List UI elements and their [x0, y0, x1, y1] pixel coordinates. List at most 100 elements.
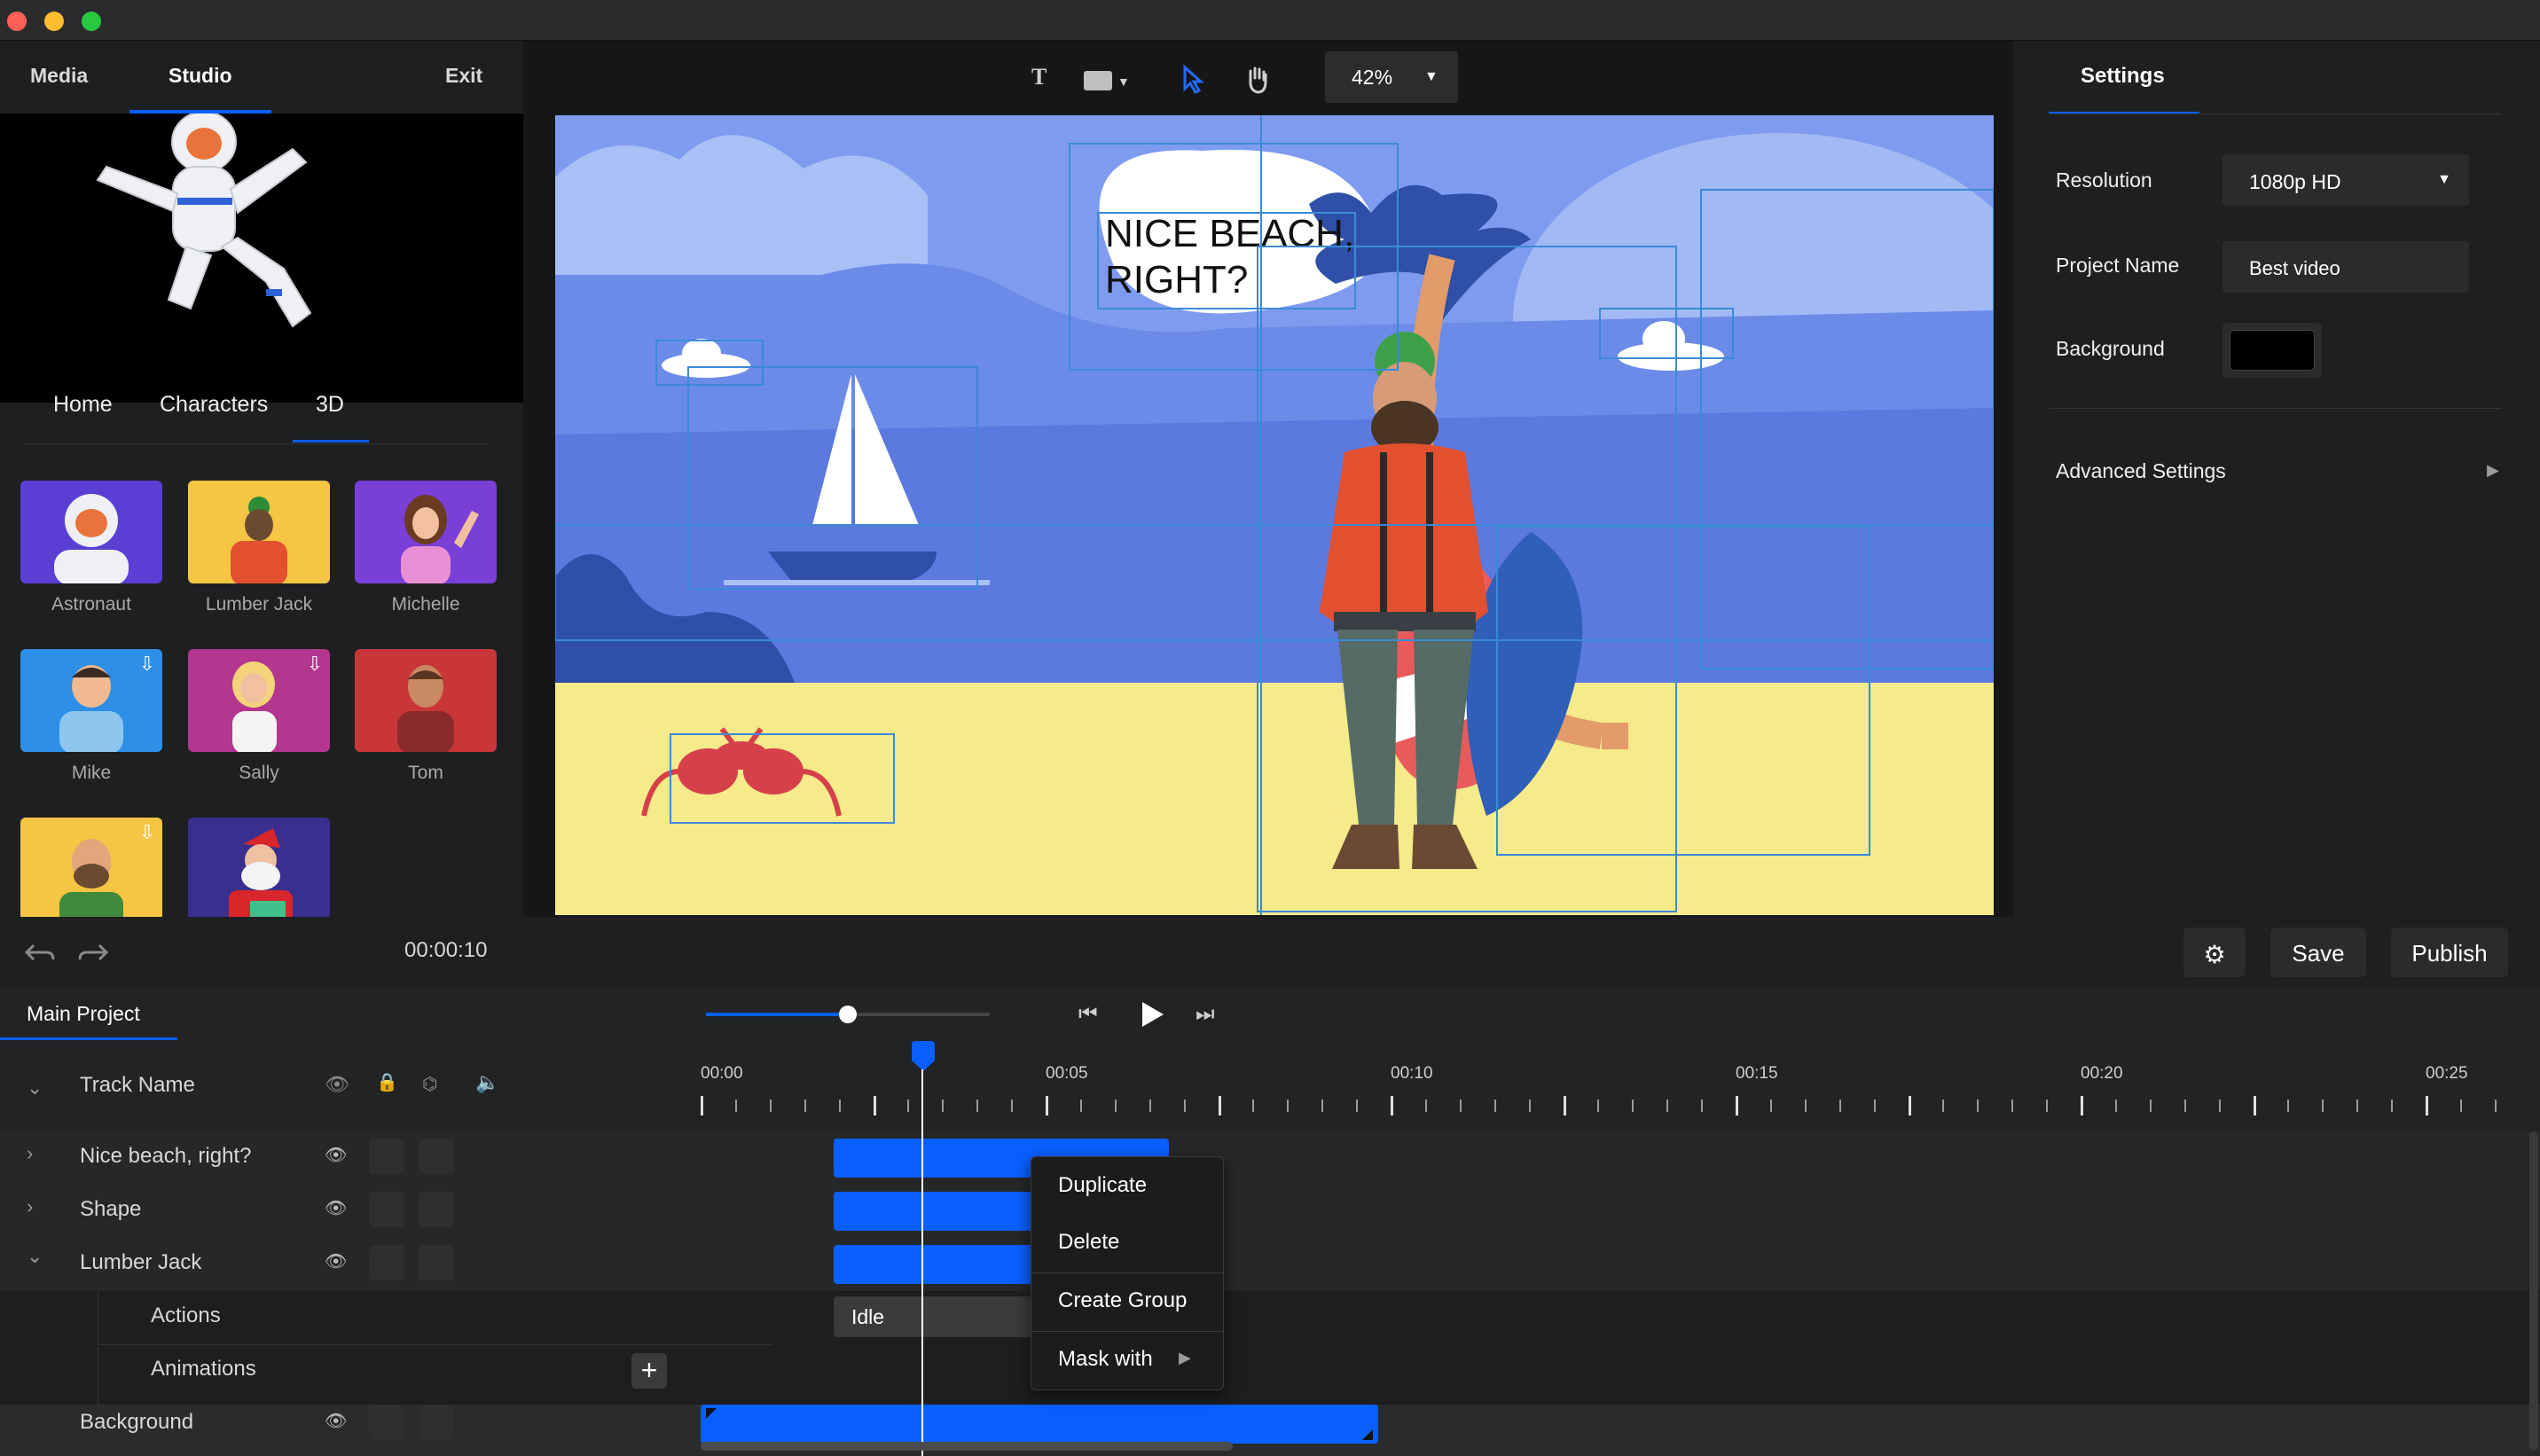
- project-name-input[interactable]: Best video: [2222, 241, 2469, 293]
- ruler-tick: [1391, 1096, 1393, 1115]
- audio-toggle[interactable]: [419, 1139, 454, 1174]
- menu-create-group[interactable]: Create Group: [1058, 1288, 1187, 1313]
- settings-title[interactable]: Settings: [2081, 64, 2165, 89]
- vertical-scrollbar[interactable]: [2529, 1131, 2538, 1451]
- character-card-astronaut[interactable]: [20, 481, 162, 583]
- tab-home[interactable]: Home: [53, 392, 113, 418]
- publish-button[interactable]: Publish: [2391, 928, 2508, 977]
- character-card-sally[interactable]: ⇩: [188, 649, 330, 752]
- character-card-michelle[interactable]: [355, 481, 497, 583]
- skip-back-icon[interactable]: ⏮: [1078, 1002, 1098, 1027]
- character-preview: [0, 111, 523, 403]
- ruler-tick: [1287, 1100, 1290, 1112]
- zoom-select[interactable]: 42% ▼: [1325, 51, 1458, 103]
- chevron-down-icon: ▼: [1424, 69, 1439, 84]
- lock-icon[interactable]: 🔒: [376, 1071, 398, 1093]
- character-card-lumber-jack[interactable]: [188, 481, 330, 583]
- speaker-icon[interactable]: 🔈: [475, 1071, 499, 1094]
- track-background[interactable]: Background: [80, 1410, 193, 1435]
- character-card-tom[interactable]: [355, 649, 497, 752]
- download-icon[interactable]: ⇩: [307, 653, 323, 676]
- gear-icon: ⚙: [2203, 941, 2226, 968]
- chevron-down-icon[interactable]: ▼: [1117, 74, 1130, 89]
- audio-toggle[interactable]: [419, 1405, 454, 1440]
- clip-trim-handle-left[interactable]: [706, 1408, 717, 1419]
- scrubber-handle[interactable]: [839, 1006, 857, 1023]
- settings-gear-button[interactable]: ⚙: [2183, 928, 2246, 977]
- ruler-tick: [1838, 1100, 1841, 1112]
- scrubber-progress: [706, 1013, 848, 1016]
- tab-characters[interactable]: Characters: [160, 392, 268, 418]
- chevron-right-icon[interactable]: ›: [27, 1195, 33, 1218]
- save-button[interactable]: Save: [2270, 928, 2366, 977]
- zoom-window-button[interactable]: [82, 12, 101, 31]
- chevron-right-icon[interactable]: ▶: [2487, 461, 2499, 480]
- tab-3d[interactable]: 3D: [316, 392, 344, 418]
- lock-toggle[interactable]: [369, 1139, 404, 1174]
- eye-icon[interactable]: 👁: [325, 1250, 347, 1272]
- advanced-settings-label[interactable]: Advanced Settings: [2056, 459, 2226, 483]
- ruler-tick: [1493, 1100, 1496, 1112]
- clip-background[interactable]: [701, 1405, 1378, 1444]
- clip-idle[interactable]: Idle: [834, 1296, 1038, 1337]
- nav-studio[interactable]: Studio: [169, 64, 232, 88]
- tab-3d-indicator: [293, 440, 369, 442]
- minimize-window-button[interactable]: [44, 12, 64, 31]
- ruler-tick: [942, 1100, 945, 1112]
- hand-pan-icon[interactable]: [1243, 64, 1272, 94]
- character-card-santa[interactable]: [188, 818, 330, 917]
- redo-icon[interactable]: [74, 936, 110, 968]
- nav-media[interactable]: Media: [30, 64, 88, 88]
- subtrack-animations[interactable]: Animations: [151, 1357, 256, 1382]
- lock-toggle[interactable]: [369, 1405, 404, 1440]
- menu-duplicate[interactable]: Duplicate: [1058, 1173, 1147, 1198]
- chevron-down-icon[interactable]: ⌄: [27, 1245, 43, 1268]
- background-color-swatch[interactable]: [2222, 323, 2322, 378]
- track-nice-beach[interactable]: Nice beach, right?: [80, 1144, 251, 1169]
- horizontal-scrollbar[interactable]: [701, 1442, 1233, 1451]
- resolution-select[interactable]: 1080p HD ▼: [2222, 154, 2469, 206]
- track-shape[interactable]: Shape: [80, 1197, 141, 1222]
- eye-icon[interactable]: 👁: [325, 1410, 347, 1432]
- audio-toggle[interactable]: [419, 1192, 454, 1227]
- playhead-handle[interactable]: [908, 1041, 938, 1073]
- chevron-down-icon[interactable]: ⌄: [27, 1076, 43, 1100]
- undo-icon[interactable]: [23, 936, 59, 968]
- skip-forward-icon[interactable]: ⏭: [1196, 1002, 1215, 1027]
- eye-icon[interactable]: 👁: [325, 1073, 349, 1096]
- main-project-tab[interactable]: Main Project: [27, 1002, 140, 1026]
- character-card-mike[interactable]: ⇩: [20, 649, 162, 752]
- ruler-label: 00:10: [1391, 1064, 1433, 1083]
- download-icon[interactable]: ⇩: [139, 653, 155, 676]
- close-window-button[interactable]: [7, 12, 27, 31]
- lock-toggle[interactable]: [369, 1192, 404, 1227]
- ruler-tick: [1252, 1100, 1255, 1112]
- clip-lumber-jack[interactable]: [834, 1245, 1038, 1284]
- shape-tool-button[interactable]: [1084, 71, 1112, 90]
- chevron-right-icon[interactable]: ›: [27, 1142, 33, 1165]
- clip-shape[interactable]: [834, 1192, 1038, 1231]
- character-card-bearded-man[interactable]: ⇩: [20, 818, 162, 917]
- time-ruler[interactable]: 00:00 00:05 00:10 00:15 00:20 00:25: [701, 1064, 2540, 1117]
- clip-trim-handle-right[interactable]: [1362, 1429, 1373, 1440]
- nav-exit[interactable]: Exit: [445, 64, 482, 88]
- track-lumber-jack[interactable]: Lumber Jack: [80, 1250, 201, 1275]
- select-pointer-icon[interactable]: [1180, 64, 1206, 94]
- scene-canvas[interactable]: NICE BEACH, RIGHT?: [555, 115, 1994, 915]
- lock-toggle[interactable]: [369, 1245, 404, 1280]
- add-animation-button[interactable]: +: [631, 1353, 667, 1389]
- audio-toggle[interactable]: [419, 1245, 454, 1280]
- text-tool-button[interactable]: T: [1031, 64, 1047, 90]
- download-icon[interactable]: ⇩: [139, 821, 155, 844]
- subtrack-actions[interactable]: Actions: [151, 1303, 221, 1328]
- ruler-tick: [1769, 1100, 1772, 1112]
- ruler-tick: [2149, 1100, 2152, 1112]
- eye-icon[interactable]: 👁: [325, 1197, 347, 1219]
- menu-mask-with[interactable]: Mask with: [1058, 1347, 1153, 1372]
- scrubber-track[interactable]: [848, 1013, 990, 1016]
- eye-icon[interactable]: 👁: [325, 1144, 347, 1166]
- menu-delete[interactable]: Delete: [1058, 1230, 1119, 1255]
- binoculars-icon[interactable]: ⌬: [422, 1073, 437, 1095]
- character-label: Tom: [408, 763, 443, 783]
- play-icon[interactable]: [1137, 998, 1167, 1030]
